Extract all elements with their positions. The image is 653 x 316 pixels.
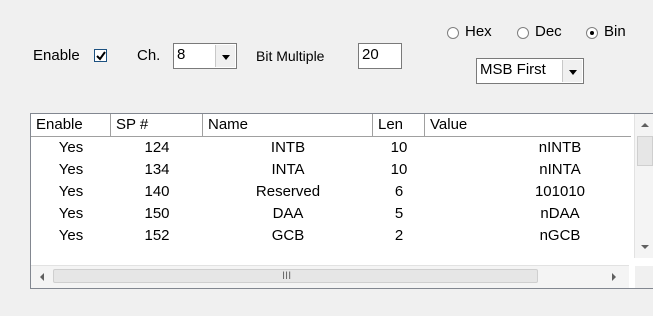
- cell-len: 10: [390, 161, 408, 178]
- scroll-grip-icon: III: [282, 270, 292, 282]
- signal-table[interactable]: Enable SP # Name Len Value Yes 124 INTB …: [30, 113, 653, 289]
- bin-radio-label: Bin: [604, 23, 626, 40]
- table-row[interactable]: Yes 124 INTB 10 nINTB: [31, 137, 631, 159]
- cell-enable: Yes: [58, 227, 84, 244]
- scroll-left-arrow-icon[interactable]: [39, 273, 45, 281]
- scroll-down-arrow-icon[interactable]: [641, 244, 649, 250]
- scroll-right-arrow-icon[interactable]: [611, 273, 617, 281]
- hex-radio-label: Hex: [465, 23, 492, 40]
- hex-radio[interactable]: [447, 27, 459, 39]
- bit-multiple-value: 20: [362, 46, 379, 63]
- cell-name: Reserved: [255, 183, 321, 200]
- cell-value: nINTB: [538, 139, 582, 156]
- scroll-up-arrow-icon[interactable]: [641, 122, 649, 128]
- vertical-scrollbar[interactable]: [634, 114, 653, 258]
- cell-value: 101010: [534, 183, 586, 200]
- cell-sp: 124: [144, 139, 170, 156]
- bit-multiple-label: Bit Multiple: [256, 48, 325, 64]
- bin-radio[interactable]: [586, 27, 598, 39]
- radio-selected-dot: [590, 31, 594, 35]
- channel-dropdown-button[interactable]: [215, 45, 235, 67]
- cell-len: 10: [390, 139, 408, 156]
- scrollbar-corner: [635, 266, 653, 288]
- dec-radio[interactable]: [517, 27, 529, 39]
- bit-multiple-input[interactable]: 20: [358, 43, 402, 69]
- channel-label: Ch.: [137, 47, 161, 64]
- cell-value: nDAA: [540, 205, 580, 222]
- vertical-scroll-thumb[interactable]: [637, 136, 653, 166]
- column-header-enable[interactable]: Enable: [31, 114, 111, 136]
- column-header-value[interactable]: Value: [425, 114, 635, 136]
- table-header: Enable SP # Name Len Value: [31, 114, 631, 137]
- table-row[interactable]: Yes 140 Reserved 6 101010: [31, 181, 631, 203]
- horizontal-scrollbar[interactable]: III: [31, 265, 629, 288]
- cell-enable: Yes: [58, 139, 84, 156]
- enable-label: Enable: [33, 47, 80, 64]
- chevron-down-icon: [569, 70, 577, 75]
- table-row[interactable]: Yes 152 GCB 2 nGCB: [31, 225, 631, 247]
- cell-len: 6: [394, 183, 404, 200]
- cell-len: 2: [394, 227, 404, 244]
- table-row[interactable]: Yes 134 INTA 10 nINTA: [31, 159, 631, 181]
- bit-order-select[interactable]: MSB First: [476, 58, 584, 84]
- bit-order-value: MSB First: [480, 61, 546, 78]
- channel-value: 8: [177, 46, 186, 63]
- column-header-len[interactable]: Len: [373, 114, 425, 136]
- cell-value: nINTA: [539, 161, 581, 178]
- cell-sp: 140: [144, 183, 170, 200]
- cell-len: 5: [394, 205, 404, 222]
- cell-name: DAA: [272, 205, 304, 222]
- cell-value: nGCB: [539, 227, 581, 244]
- column-header-name[interactable]: Name: [203, 114, 373, 136]
- cell-sp: 150: [144, 205, 170, 222]
- column-header-sp[interactable]: SP #: [111, 114, 203, 136]
- checkmark-icon: [96, 51, 106, 61]
- cell-sp: 134: [144, 161, 170, 178]
- cell-enable: Yes: [58, 183, 84, 200]
- channel-select[interactable]: 8: [173, 43, 237, 69]
- cell-name: INTA: [271, 161, 305, 178]
- cell-name: INTB: [270, 139, 306, 156]
- enable-checkbox[interactable]: [94, 49, 107, 62]
- cell-name: GCB: [271, 227, 305, 244]
- cell-enable: Yes: [58, 161, 84, 178]
- dec-radio-label: Dec: [535, 23, 562, 40]
- horizontal-scroll-thumb[interactable]: III: [53, 269, 538, 283]
- table-row[interactable]: Yes 150 DAA 5 nDAA: [31, 203, 631, 225]
- cell-enable: Yes: [58, 205, 84, 222]
- bit-order-dropdown-button[interactable]: [562, 60, 582, 82]
- cell-sp: 152: [144, 227, 170, 244]
- chevron-down-icon: [222, 55, 230, 60]
